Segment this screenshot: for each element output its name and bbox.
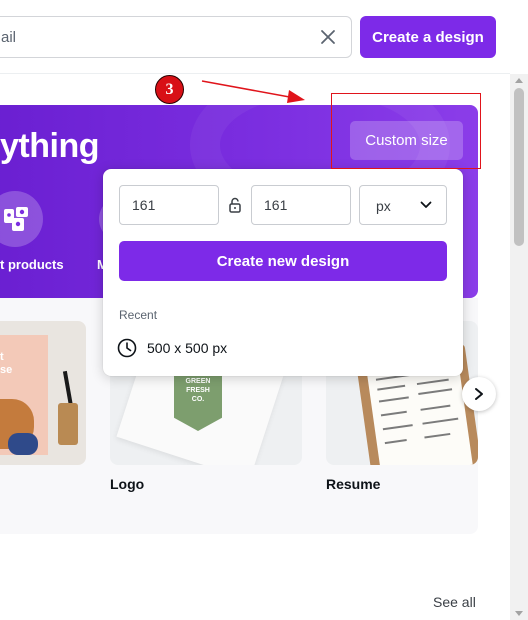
canva-home-page: ail Create a design ything Custom size t… [0,0,528,620]
chevron-right-icon [475,388,483,400]
height-input[interactable]: 161 [251,185,351,225]
annotation-step-badge: 3 [155,75,184,104]
unit-select[interactable]: px [359,185,447,225]
width-input[interactable]: 161 [119,185,219,225]
close-icon[interactable] [319,28,337,46]
scroll-down-arrow-icon[interactable] [515,611,523,616]
template-label-logo[interactable]: Logo [110,476,144,492]
create-new-design-button[interactable]: Create new design [119,241,447,281]
scrollbar-thumb[interactable] [514,88,524,246]
lock-icon[interactable] [228,197,242,213]
annotation-highlight-box [331,93,481,169]
unit-select-value: px [376,198,391,214]
search-input-text: ail [1,29,17,46]
clock-icon [117,338,137,358]
cup-image [58,403,78,445]
template-label-resume[interactable]: Resume [326,476,380,492]
page-scrollbar[interactable] [510,74,528,620]
top-header: ail Create a design [0,0,510,74]
scroll-up-arrow-icon[interactable] [515,78,523,83]
chevron-down-icon [420,201,432,208]
recent-size-item[interactable]: 500 x 500 px [117,337,227,359]
recent-size-label: 500 x 500 px [147,340,228,356]
see-all-link[interactable]: See all [433,594,476,610]
logo-tag-text: GREEN FRESH CO. [185,378,211,403]
annotation-arrow-icon [201,80,305,103]
carousel-next-button[interactable] [462,377,496,411]
pen-image [62,370,74,408]
template-card-poster[interactable]: t se [0,321,86,465]
poster-thumbnail: t se [0,335,48,455]
custom-size-popover: 161 161 px Create new design Recent 500 … [103,169,463,376]
print-products-icon [4,207,28,231]
poster-shape [8,433,38,455]
poster-thumbnail-text: t se [0,351,13,376]
search-input[interactable]: ail [0,16,352,58]
hero-title: ything [0,127,99,165]
category-print-products-label: t products [0,257,64,272]
create-a-design-button[interactable]: Create a design [360,16,496,58]
recent-heading: Recent [119,308,158,322]
